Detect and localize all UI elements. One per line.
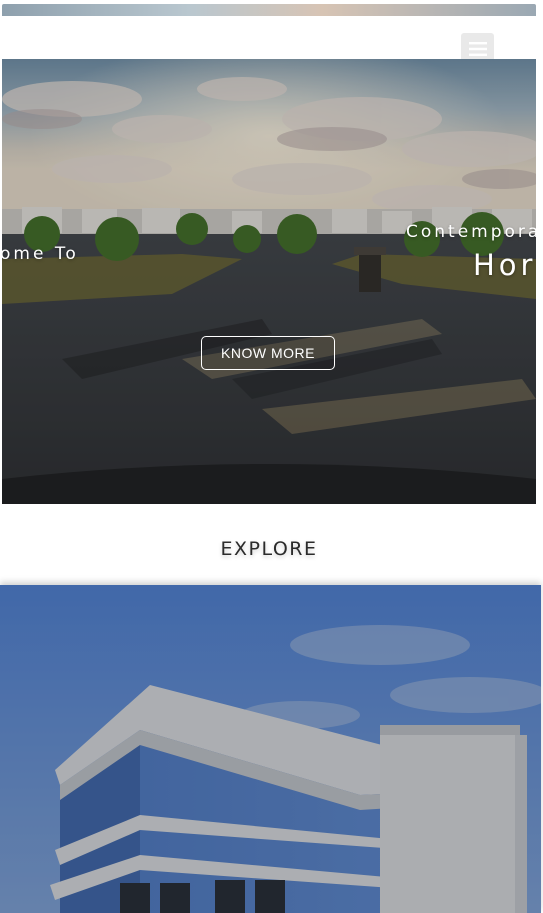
hero-banner: ome To Contempora Hor KNOW MORE bbox=[2, 59, 536, 504]
know-more-button[interactable]: KNOW MORE bbox=[201, 336, 335, 370]
hero-welcome-text: ome To bbox=[2, 244, 79, 264]
explore-building-image[interactable] bbox=[0, 585, 541, 913]
hero-background-image bbox=[2, 59, 536, 504]
explore-heading: EXPLORE bbox=[220, 538, 318, 560]
hero-homes-heading: Hor bbox=[473, 248, 536, 282]
building-illustration bbox=[0, 585, 541, 913]
site-header bbox=[2, 16, 536, 64]
top-image-strip bbox=[2, 4, 536, 16]
hamburger-menu-icon bbox=[468, 41, 487, 56]
hero-contemporary-text: Contempora bbox=[406, 222, 536, 242]
